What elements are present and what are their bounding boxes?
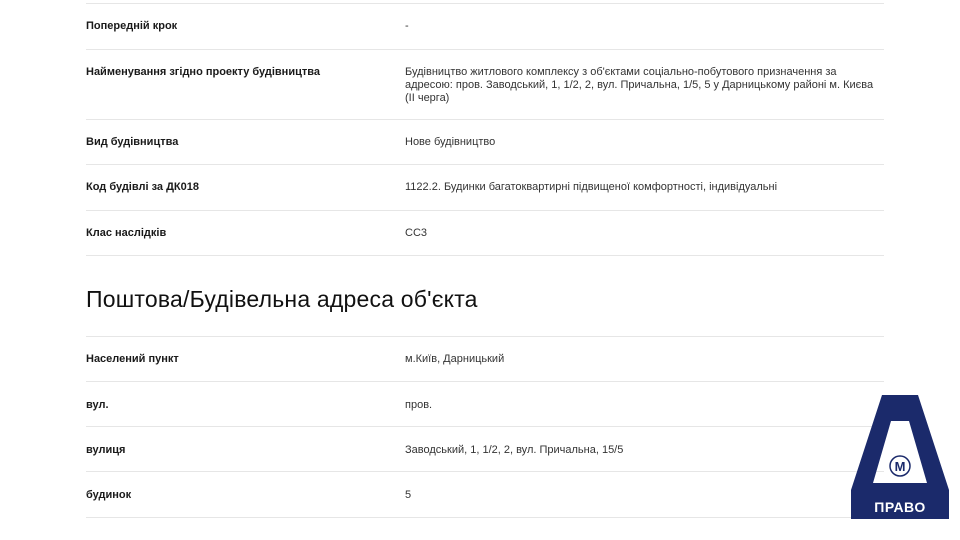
row-label: Населений пункт: [86, 353, 179, 365]
row-value: Нове будівництво: [405, 136, 496, 148]
row-value: 5: [405, 489, 412, 501]
row-building-number: будинок 5: [86, 472, 884, 518]
pravo-logo: M ПРАВО: [851, 395, 949, 519]
row-building-code: Код будівлі за ДК018 1122.2. Будинки баг…: [86, 165, 884, 211]
row-label: вул.: [86, 399, 109, 411]
row-value: пров.: [405, 399, 433, 411]
row-label: Попередній крок: [86, 20, 178, 32]
row-value: Будівництво житлового комплексу з об'єкт…: [405, 66, 874, 104]
row-label: Код будівлі за ДК018: [86, 181, 199, 193]
logo-text: ПРАВО: [874, 499, 926, 515]
row-settlement: Населений пункт м.Київ, Дарницький: [86, 337, 884, 382]
row-project-name: Найменування згідно проекту будівництва …: [86, 50, 884, 120]
row-label: вулиця: [86, 444, 126, 456]
row-value: м.Київ, Дарницький: [405, 353, 505, 365]
row-label: Найменування згідно проекту будівництва: [86, 66, 320, 78]
address-section-title: Поштова/Будівельна адреса об'єкта: [86, 286, 478, 312]
row-consequence-class: Клас наслідків СС3: [86, 211, 884, 256]
row-street: вулиця Заводський, 1, 1/2, 2, вул. Прича…: [86, 427, 884, 472]
row-previous-step: Попередній крок -: [86, 4, 884, 50]
row-label: Вид будівництва: [86, 136, 179, 148]
row-value: Заводський, 1, 1/2, 2, вул. Причальна, 1…: [405, 444, 624, 456]
row-construction-type: Вид будівництва Нове будівництво: [86, 120, 884, 165]
logo-m-letter: M: [895, 459, 906, 474]
row-value: СС3: [405, 227, 428, 239]
row-label: Клас наслідків: [86, 227, 167, 239]
row-street-type: вул. пров.: [86, 382, 884, 427]
row-label: будинок: [86, 489, 132, 501]
row-value: 1122.2. Будинки багатоквартирні підвищен…: [405, 181, 778, 193]
row-value: -: [405, 20, 409, 32]
